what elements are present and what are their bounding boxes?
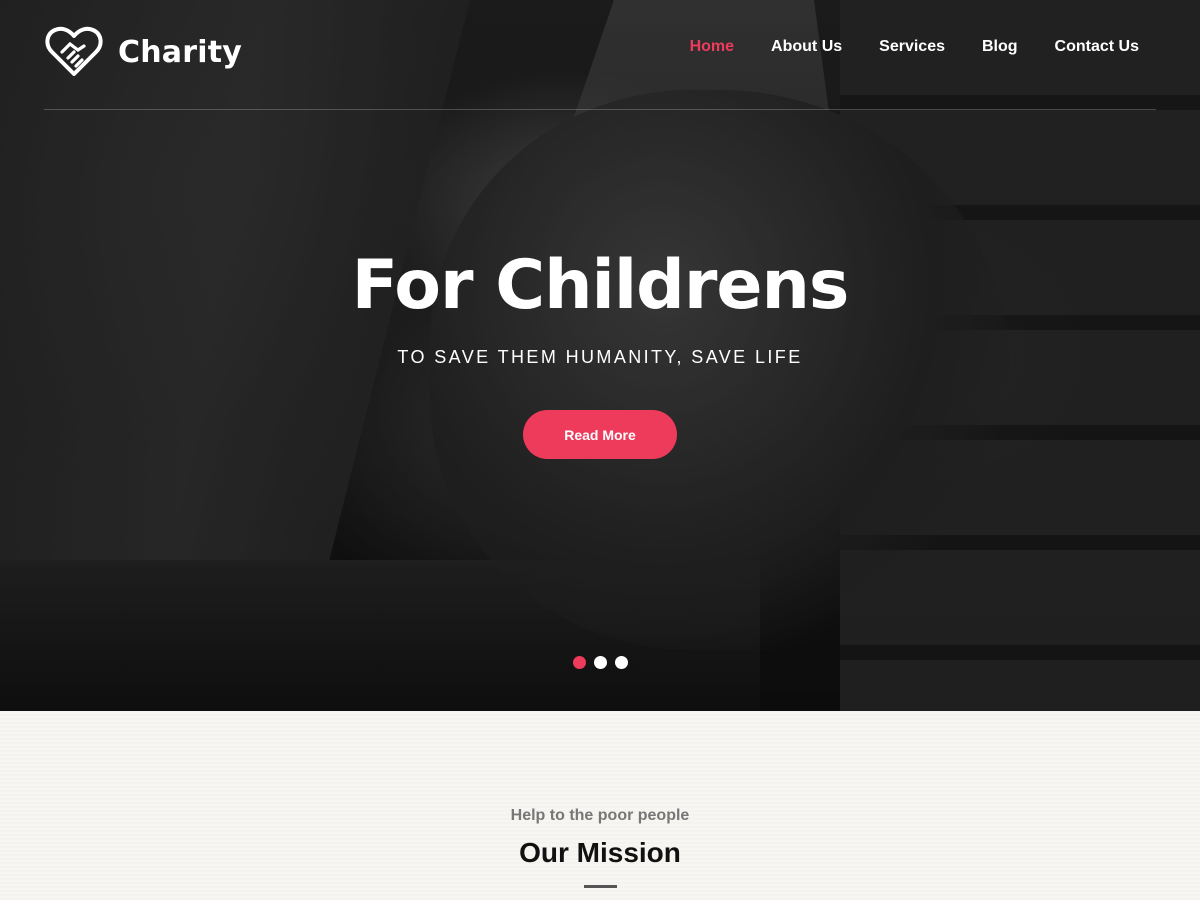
site-header: Charity Home About Us Services Blog Cont… xyxy=(44,0,1156,110)
slider-dot-1[interactable] xyxy=(572,656,586,669)
nav-item-blog[interactable]: Blog xyxy=(982,38,1018,56)
mission-section: Help to the poor people Our Mission xyxy=(0,711,1200,900)
slider-pagination xyxy=(0,656,1200,669)
nav-item-about-us[interactable]: About Us xyxy=(771,38,842,56)
slider-dot-3[interactable] xyxy=(614,656,628,669)
mission-kicker: Help to the poor people xyxy=(510,807,690,824)
main-nav: Home About Us Services Blog Contact Us xyxy=(653,38,1139,56)
hero-title: For Childrens xyxy=(351,246,850,325)
nav-item-contact-us[interactable]: Contact Us xyxy=(1055,38,1139,56)
nav-item-services[interactable]: Services xyxy=(879,38,945,56)
site-logo[interactable]: Charity xyxy=(44,26,242,78)
hero-slider: Charity Home About Us Services Blog Cont… xyxy=(0,0,1200,711)
brand-name: Charity xyxy=(118,34,242,70)
read-more-button[interactable]: Read More xyxy=(523,410,677,459)
section-divider xyxy=(584,885,617,888)
handshake-heart-icon xyxy=(45,26,103,76)
nav-item-home[interactable]: Home xyxy=(690,38,734,56)
mission-title: Our Mission xyxy=(519,837,681,868)
hero-subtitle: TO SAVE THEM HUMANITY, SAVE LIFE xyxy=(397,347,803,367)
slider-dot-2[interactable] xyxy=(593,656,607,669)
